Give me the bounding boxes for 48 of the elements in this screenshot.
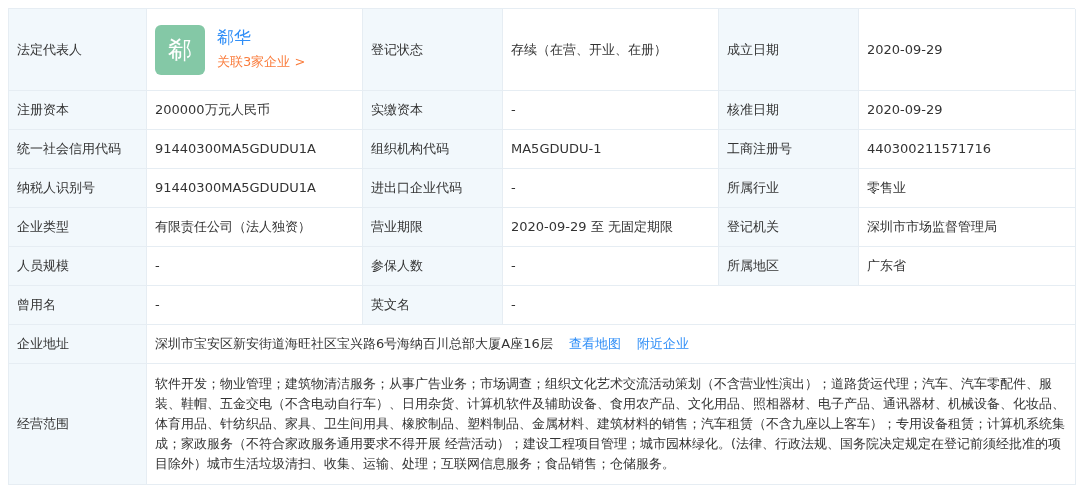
field-label: 工商注册号	[727, 140, 792, 159]
field-value: -	[155, 257, 160, 276]
field-value: 91440300MA5GDUDU1A	[155, 140, 316, 159]
field-label: 实缴资本	[371, 101, 423, 120]
field-value: 200000万元人民币	[155, 101, 270, 120]
field-value: -	[511, 179, 516, 198]
field-label: 成立日期	[727, 40, 779, 59]
field-value: 深圳市市场监督管理局	[867, 218, 997, 237]
field-value: 广东省	[867, 257, 906, 276]
business-scope-text: 软件开发；物业管理；建筑物清洁服务；从事广告业务；市场调查；组织文化艺术交流活动策划（不含营业性演出）；道路货运代理；汽车、汽车零配件、服装、鞋帽、五金交电（不含电动自行车）、日用杂货、计算机软件及辅助设备、食用农产品、文化用品、照相器材、电子产品、通讯器材、机械设备、化妆品、体育用品、针纺织品、家具、卫生间用具、橡胶制品、塑料制品、金属材料、建筑材料的销售；汽车租赁（不含九座以上客车）；专用设备租赁；计算机系统集成；家政服务（不符合家政服务通用要求不得开展 经营活动）；建设工程项目管理；城市园林绿化。(法律、行政法规、国务院决定规定在登记前须经批准的项目除外）城市生活垃圾清扫、收集、运输、处理；互联网信息服务；食品销售；仓储服务。	[155, 375, 1066, 473]
avatar: 郗	[155, 24, 205, 75]
field-label: 登记机关	[727, 218, 779, 237]
field-label: 人员规模	[17, 257, 69, 276]
field-value: 存续（在营、开业、在册）	[511, 40, 667, 59]
person-name-link[interactable]: 郗华	[217, 27, 306, 49]
address-link[interactable]: 附近企业	[636, 334, 689, 354]
field-value: -	[511, 101, 516, 120]
field-label: 组织机构代码	[371, 140, 449, 159]
field-label: 英文名	[371, 296, 410, 315]
address-link[interactable]: 查看地图	[568, 334, 621, 354]
field-value: 91440300MA5GDUDU1A	[155, 179, 316, 198]
field-label: 注册资本	[17, 101, 69, 120]
field-value: 2020-09-29	[867, 101, 943, 120]
field-label: 登记状态	[371, 40, 423, 59]
field-value: MA5GDUDU-1	[511, 140, 602, 159]
field-label: 统一社会信用代码	[17, 140, 121, 159]
field-label: 营业期限	[371, 218, 423, 237]
field-value: -	[511, 296, 516, 315]
field-label: 曾用名	[17, 296, 56, 315]
field-label: 进出口企业代码	[371, 179, 462, 198]
field-value: -	[511, 257, 516, 276]
field-label: 企业类型	[17, 218, 69, 237]
field-label: 所属行业	[727, 179, 779, 198]
field-value: 2020-09-29	[867, 40, 943, 59]
field-label: 企业地址	[17, 335, 69, 354]
address-value: 深圳市宝安区新安街道海旺社区宝兴路6号海纳百川总部大厦A座16层	[155, 335, 553, 354]
field-label: 纳税人识别号	[17, 179, 95, 198]
field-label: 法定代表人	[17, 40, 82, 59]
field-value: 440300211571716	[867, 140, 992, 159]
field-value: 有限责任公司（法人独资）	[155, 218, 311, 237]
field-value: 零售业	[867, 179, 906, 198]
related-companies-link[interactable]: 关联3家企业 >	[217, 52, 306, 72]
field-value: 2020-09-29 至 无固定期限	[511, 218, 673, 237]
field-label: 参保人数	[371, 257, 423, 276]
field-label: 所属地区	[727, 257, 779, 276]
field-label: 核准日期	[727, 101, 779, 120]
field-value: -	[155, 296, 160, 315]
field-label: 经营范围	[17, 415, 69, 434]
